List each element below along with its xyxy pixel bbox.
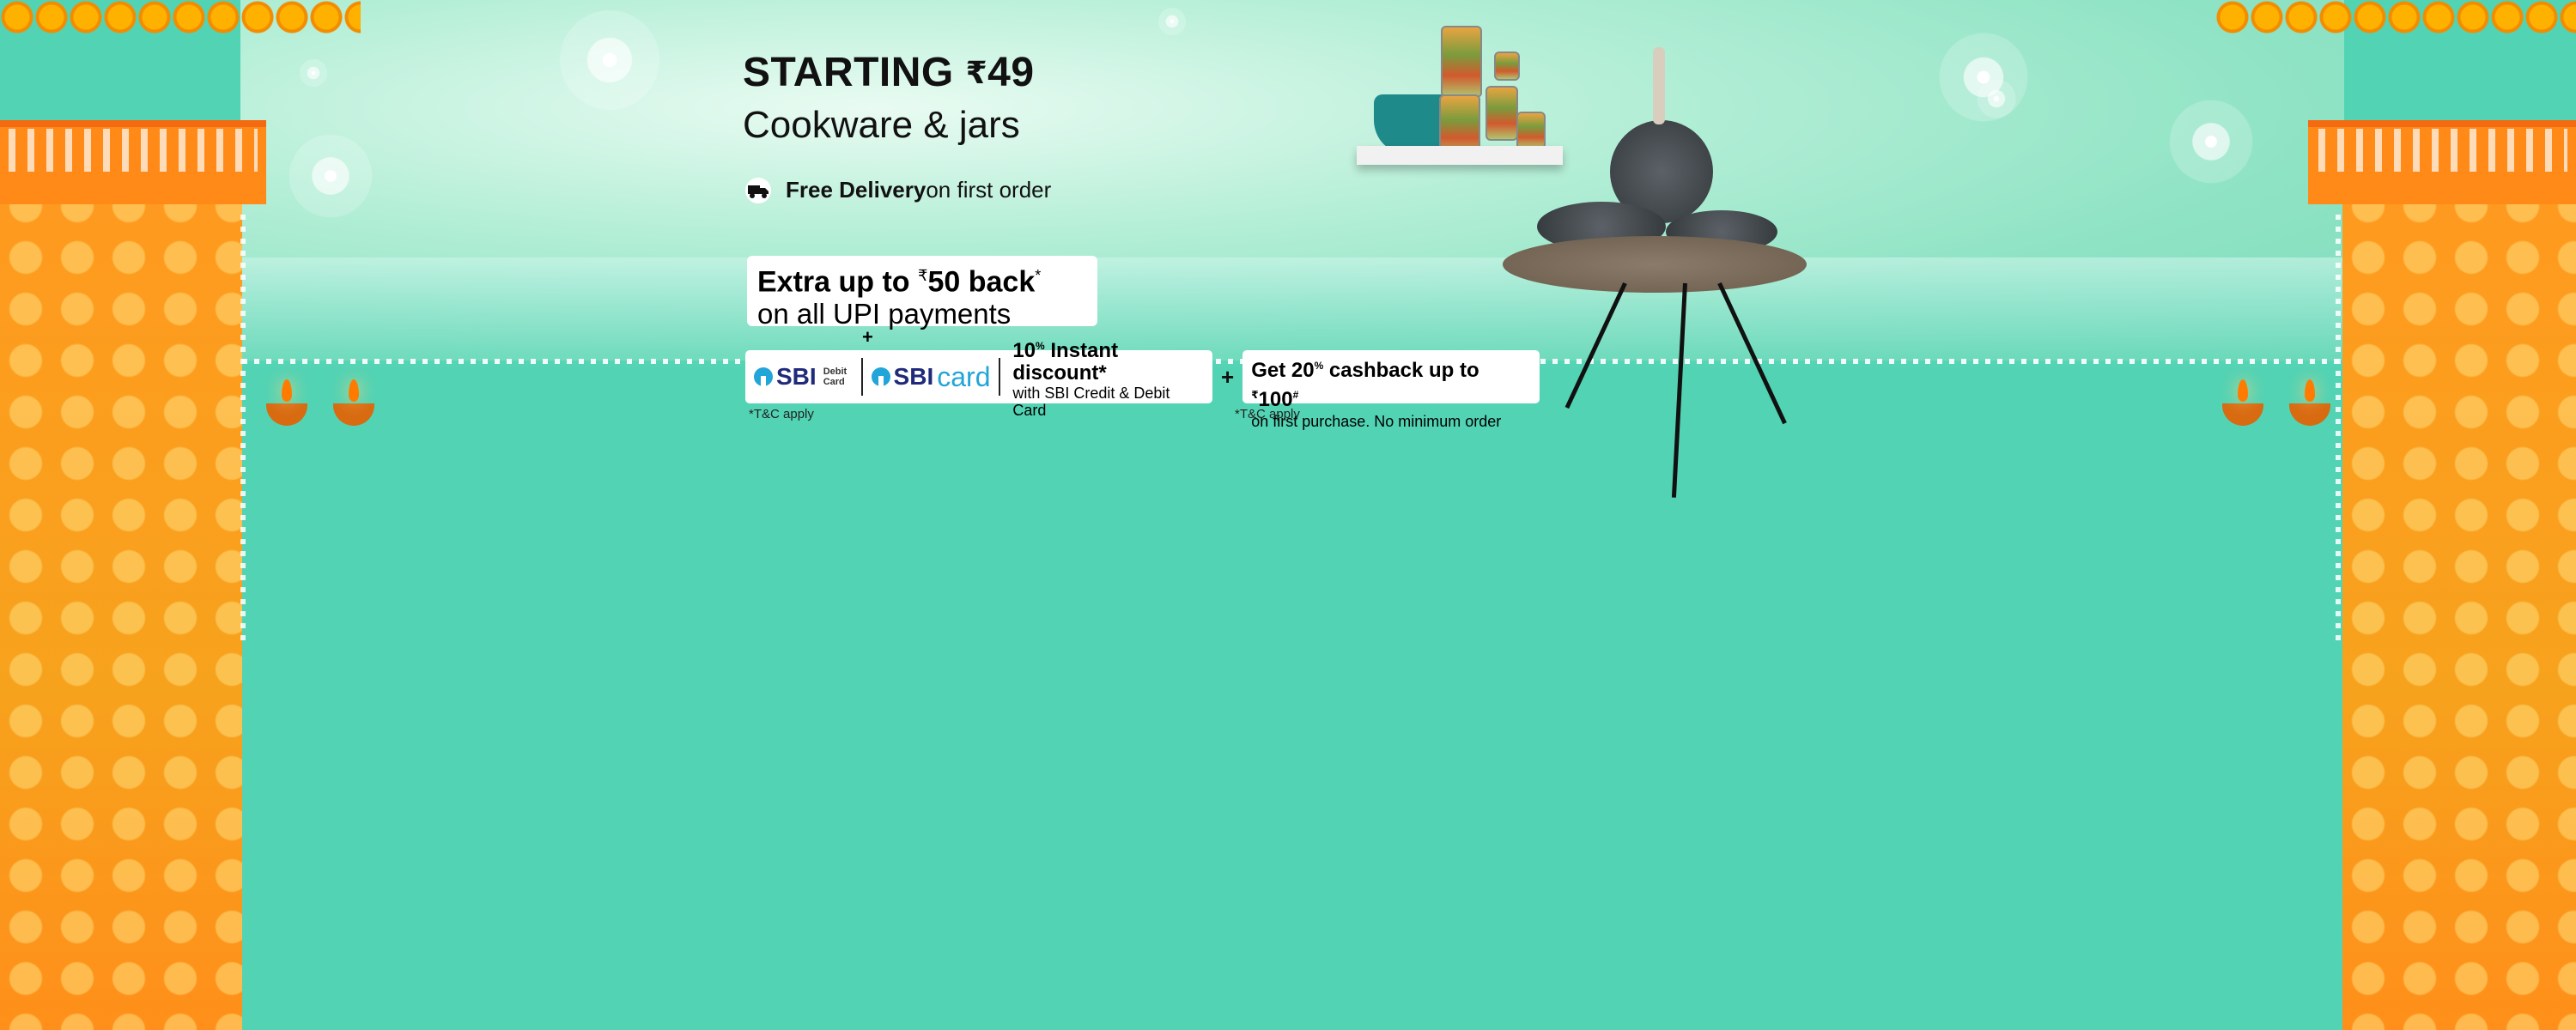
- upi-amount: 50 back: [927, 265, 1036, 299]
- subhead: Cookware & jars: [743, 104, 1020, 146]
- plus-sign: +: [862, 326, 873, 348]
- tnc-note: *T&C apply: [1235, 407, 1300, 421]
- headline: STARTING ₹49: [743, 46, 1051, 100]
- discount-percent: %: [1036, 340, 1045, 352]
- discount-headline: 10% Instant discount*: [1012, 335, 1204, 385]
- pan-handle: [1653, 47, 1665, 124]
- right-pillar: [2342, 180, 2576, 1030]
- jar-product: [1516, 112, 1546, 149]
- firework-icon: [1151, 0, 1194, 43]
- jar-product: [1441, 26, 1482, 98]
- firework-icon: [266, 112, 395, 240]
- wall-shelf: [1357, 146, 1563, 165]
- cashback-percent: %: [1314, 360, 1324, 372]
- sbi-logo-text: SBI: [776, 363, 817, 390]
- left-railing: [9, 129, 258, 172]
- debit-card-label: Debit Card: [823, 367, 848, 387]
- divider: [999, 358, 1001, 396]
- upi-asterisk: *: [1035, 267, 1042, 284]
- firework-icon: [1966, 69, 2026, 129]
- firework-icon: [292, 52, 335, 94]
- sbi-logo-icon: [754, 367, 773, 386]
- cashback-hash: #: [1292, 389, 1299, 401]
- promo-text-block: STARTING ₹49 Cookware & jars Free Delive…: [743, 46, 1051, 203]
- string-lights-right: [2336, 215, 2341, 644]
- discount-value: 10: [1012, 339, 1036, 362]
- marigold-garland-icon: [2215, 0, 2576, 34]
- jar-product: [1494, 52, 1520, 81]
- headline-currency: ₹: [965, 55, 988, 90]
- headline-prefix: STARTING: [743, 50, 966, 95]
- delivery-rest: on first order: [926, 177, 1052, 203]
- upi-offer-box: Extra up to ₹50 back* on all UPI payment…: [747, 256, 1097, 330]
- table-leg: [1717, 282, 1787, 425]
- divider: [860, 358, 863, 396]
- tnc-note: *T&C apply: [749, 407, 814, 421]
- product-image[interactable]: [1357, 17, 1820, 498]
- free-delivery-note: Free Delivery on first order: [743, 177, 1051, 203]
- discount-sub: with SBI Credit & Debit Card: [1012, 385, 1170, 419]
- upi-currency: ₹: [918, 267, 928, 284]
- sbi-debit-logo: SBI Debit Card: [754, 363, 853, 391]
- sbi-offer-box: SBI Debit Card SBI card 10% Instant disco…: [745, 340, 1212, 419]
- sbi-logo-icon: [871, 367, 890, 386]
- marigold-garland-icon: [0, 0, 361, 34]
- plus-sign: +: [1221, 363, 1235, 390]
- sbi-card-text: SBI: [893, 363, 934, 390]
- cashback-prefix: Get 20: [1251, 359, 1315, 382]
- diya-icon: [2222, 379, 2263, 426]
- string-lights-left: [240, 215, 246, 644]
- sbi-card-word: card: [937, 360, 991, 392]
- jar-product: [1485, 86, 1518, 141]
- table-leg: [1671, 282, 1687, 498]
- diya-icon: [266, 379, 307, 426]
- table-leg: [1564, 282, 1627, 409]
- upi-line1: Extra up to ₹50 back*: [757, 259, 1087, 298]
- left-pillar: [0, 180, 242, 1030]
- upi-prefix: Extra up to: [757, 265, 919, 299]
- sbi-card-logo: SBI card: [871, 360, 991, 393]
- cashback-currency: ₹: [1251, 389, 1259, 401]
- diya-icon: [333, 379, 374, 426]
- instant-discount: 10% Instant discount* with SBI Credit & …: [1012, 335, 1204, 420]
- firework-icon: [2147, 77, 2275, 206]
- promo-banner[interactable]: STARTING ₹49 Cookware & jars Free Delive…: [0, 0, 2576, 1030]
- upi-line2: on all UPI payments: [757, 298, 1012, 330]
- truck-icon: [745, 177, 771, 203]
- headline-amount: 49: [987, 50, 1035, 95]
- side-table: [1503, 236, 1807, 293]
- delivery-bold: Free Delivery: [786, 177, 927, 203]
- diya-icon: [2289, 379, 2330, 426]
- right-railing: [2318, 129, 2567, 172]
